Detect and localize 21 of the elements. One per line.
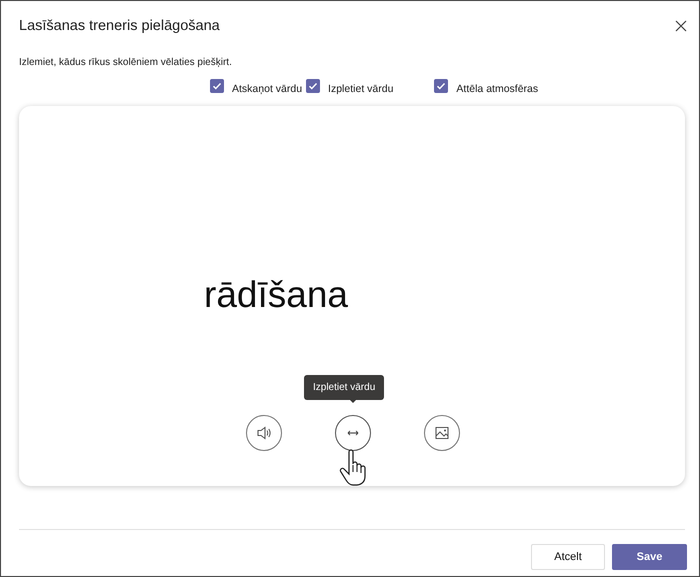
speaker-icon <box>256 425 272 441</box>
checkbox-label: Izpletiet vārdu <box>328 82 394 95</box>
checkbox[interactable] <box>306 79 320 93</box>
checkbox-label: Atskaņot vārdu <box>232 82 302 95</box>
checkmark-icon <box>308 81 318 91</box>
image-icon <box>434 425 450 441</box>
instruction-text: Izlemiet, kādus rīkus skolēniem vēlaties piešķirt. <box>19 57 233 68</box>
checkbox[interactable] <box>434 79 448 93</box>
window-title: Lasīšanas treneris pielāgošana <box>19 18 220 34</box>
tool-button[interactable] <box>335 415 371 451</box>
checkmark-icon <box>436 81 446 91</box>
checkmark-icon <box>212 81 222 91</box>
cancel-button[interactable]: Atcelt <box>531 544 605 570</box>
checkbox[interactable] <box>210 79 224 93</box>
checkbox-label: Attēla atmosfēras <box>456 82 538 95</box>
close-icon[interactable] <box>675 20 687 32</box>
save-button[interactable]: Save <box>612 544 687 570</box>
tool-button[interactable] <box>424 415 460 451</box>
tooltip: Izpletiet vārdu <box>304 375 384 400</box>
tool-button[interactable] <box>246 415 282 451</box>
preview-word: rādīšana <box>204 274 348 316</box>
